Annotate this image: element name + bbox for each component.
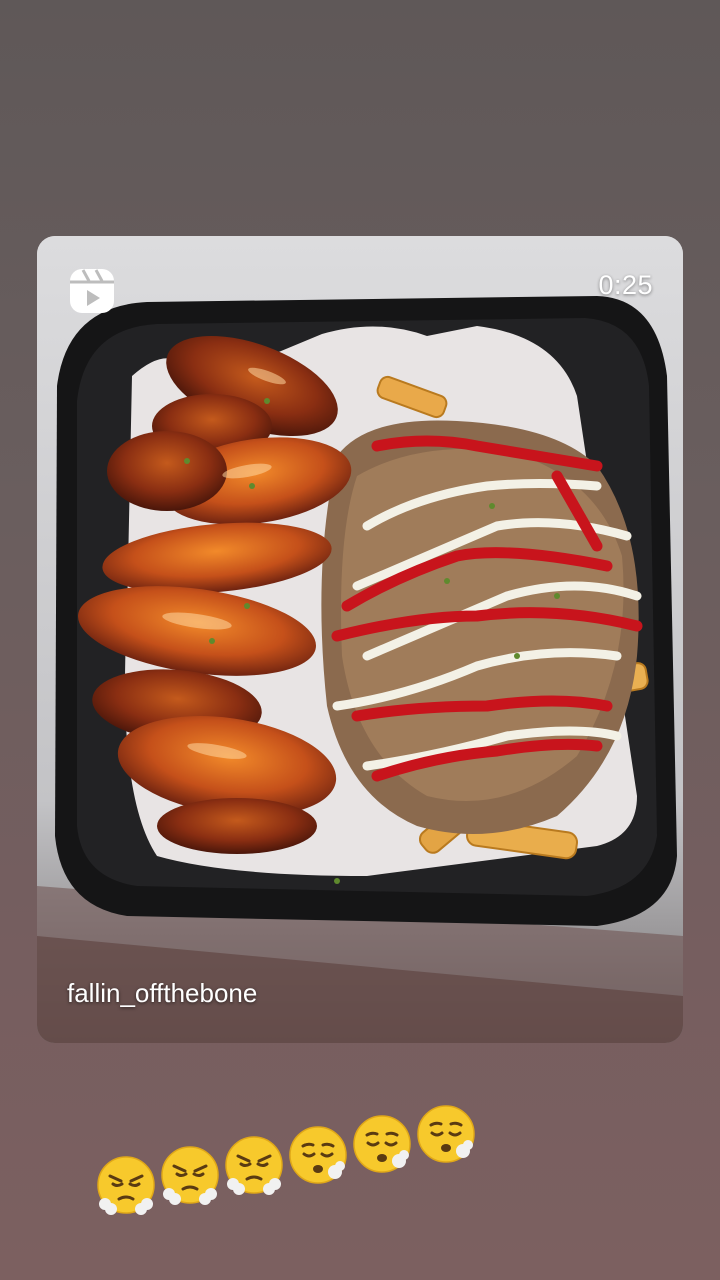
sleepy-face-icon [353, 1115, 411, 1173]
shared-reel-card[interactable]: 0:25 fallin_offthebone [37, 236, 683, 1043]
reel-thumbnail-image [37, 236, 683, 1043]
face-with-steam-from-nose-icon [161, 1146, 219, 1205]
video-duration: 0:25 [598, 270, 653, 300]
reels-icon [70, 269, 114, 313]
face-with-steam-from-nose-icon [97, 1156, 155, 1215]
reel-username[interactable]: fallin_offthebone [67, 978, 257, 1009]
sleepy-face-icon [417, 1105, 475, 1163]
sleepy-face-icon [289, 1126, 347, 1184]
face-with-steam-from-nose-icon [225, 1136, 283, 1195]
